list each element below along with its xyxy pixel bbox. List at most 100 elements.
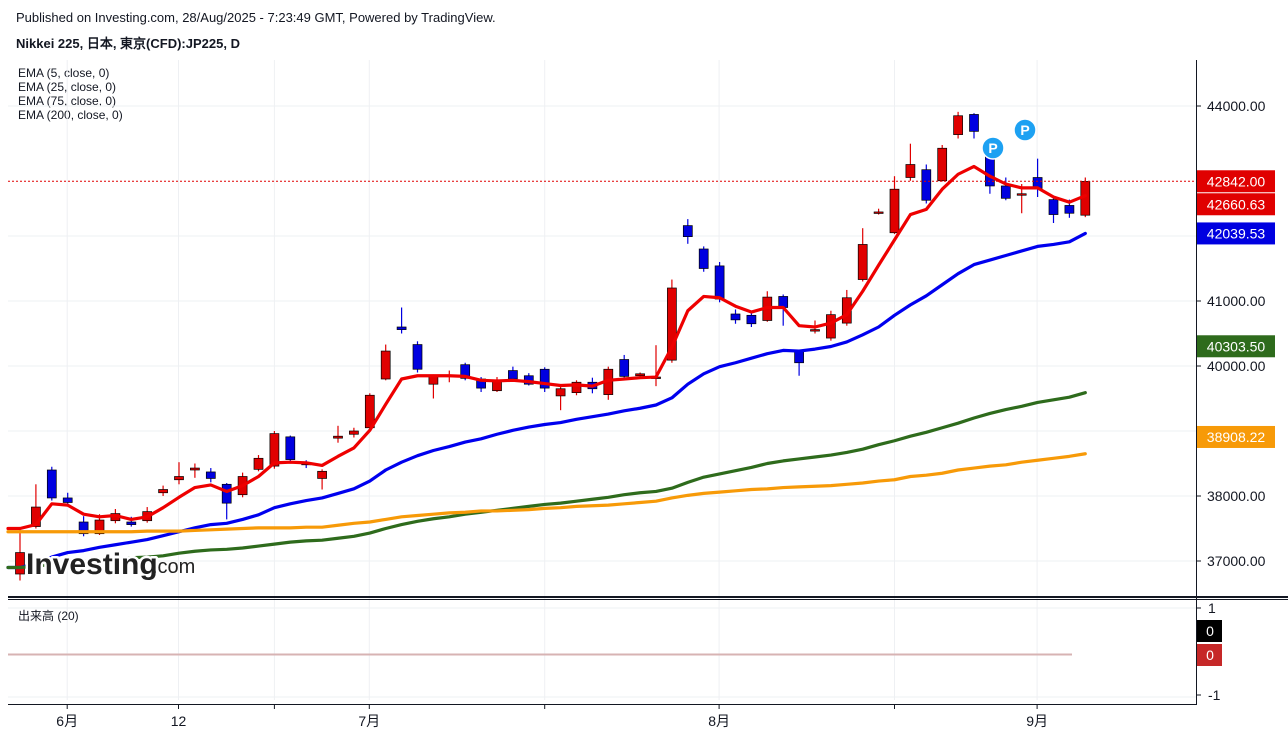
candle (730, 309, 741, 324)
candle-body (1048, 199, 1059, 215)
p-marker-icon[interactable]: P (1013, 118, 1037, 142)
price-tag: 42842.00 (1197, 170, 1275, 193)
candle-body (285, 436, 296, 460)
candle (937, 145, 948, 182)
price-tick-label: 38000.00 (1207, 488, 1266, 504)
candle-body (921, 169, 932, 201)
candle-body (714, 265, 725, 300)
candle-body (937, 147, 948, 182)
candle (873, 208, 884, 215)
candle (682, 219, 693, 244)
candle-body (905, 164, 916, 178)
volume-tag-label: 0 (1206, 647, 1214, 663)
candle-body (969, 114, 979, 132)
p-markers: PP (981, 118, 1037, 160)
candle-body (778, 296, 789, 308)
p-marker-icon[interactable]: P (981, 136, 1005, 160)
candle (523, 373, 534, 386)
time-tick-label: 9月 (1026, 713, 1048, 729)
candle (921, 164, 932, 204)
volume-title: 出来高 (20) (18, 609, 79, 623)
candle (889, 176, 900, 235)
candle (380, 344, 391, 381)
candles (15, 111, 1091, 581)
candle-body (349, 430, 359, 435)
investing-logo: Investing Investing .com (24, 546, 196, 584)
candle (698, 246, 709, 272)
candle (619, 354, 630, 378)
price-tag: 42660.63 (1197, 193, 1275, 216)
candle-body (15, 552, 25, 575)
candle (969, 113, 979, 139)
candle-body (190, 467, 200, 471)
candle-body (205, 471, 216, 479)
candle-body (1000, 185, 1011, 199)
ema-line-1 (6, 231, 1087, 570)
candle (412, 341, 423, 373)
volume-tick-label: -1 (1208, 687, 1221, 703)
candle (174, 462, 184, 485)
candle-body (746, 314, 757, 325)
candle-body (62, 497, 73, 503)
candle-body (889, 188, 900, 234)
candle-body (619, 359, 630, 377)
price-chart[interactable]: PP Investing Investing .com 37000.003800… (0, 0, 1288, 737)
volume-tag: 0 (1197, 620, 1222, 642)
price-tag-label: 42660.63 (1207, 196, 1266, 212)
candle-body (857, 244, 868, 280)
time-tick-label: 6月 (56, 713, 78, 729)
candle-body (46, 469, 57, 499)
candle (953, 111, 963, 139)
candle-body (1016, 193, 1027, 196)
candle-body (221, 483, 232, 504)
ema-line-2 (6, 391, 1087, 570)
svg-text:P: P (988, 140, 997, 156)
candle (317, 469, 327, 490)
volume-tick-label: 1 (1208, 600, 1216, 616)
candle (746, 312, 757, 327)
price-tag: 40303.50 (1197, 335, 1275, 358)
candle (603, 366, 614, 400)
candle (571, 380, 582, 396)
candle-body (794, 351, 804, 364)
candle (15, 528, 25, 581)
price-tick-label: 41000.00 (1207, 293, 1266, 309)
candle-body (682, 225, 693, 238)
candle-body (635, 373, 645, 377)
price-tag-label: 42039.53 (1207, 225, 1266, 241)
price-tag-label: 40303.50 (1207, 338, 1266, 354)
price-tag: 38908.22 (1197, 425, 1275, 448)
candle-body (317, 470, 327, 479)
candle-body (253, 457, 264, 470)
logo-suffix-text: .com (152, 556, 195, 578)
candle-body (873, 211, 884, 214)
price-tags: 42842.00 42660.63 42039.53 40303.50 38908.22 (1197, 170, 1275, 448)
candle-body (174, 476, 184, 481)
price-tick-label: 37000.00 (1207, 553, 1266, 569)
price-tick-label: 40000.00 (1207, 358, 1266, 374)
candle-body (1064, 205, 1075, 214)
candle-body (826, 314, 836, 339)
svg-text:P: P (1020, 122, 1029, 138)
logo-main-text: Investing (26, 548, 158, 581)
candle-body (730, 313, 741, 321)
candle-body (396, 326, 407, 330)
chart-grid (8, 60, 1196, 700)
candle-body (555, 388, 566, 397)
price-axis-labels: 37000.0038000.0039000.0040000.0041000.00… (1196, 98, 1266, 569)
volume-pane: 1 -1 0 0 (8, 600, 1222, 703)
candle (905, 143, 916, 181)
candle (555, 385, 566, 411)
time-tick-label: 7月 (358, 713, 380, 729)
candle-body (412, 344, 423, 370)
candle (1048, 195, 1059, 223)
price-tag-label: 38908.22 (1207, 429, 1266, 445)
ema-lines (6, 164, 1087, 570)
candle (794, 350, 804, 376)
candle (539, 367, 550, 392)
candle-body (810, 329, 820, 332)
candle-body (126, 521, 137, 525)
price-tag: 42039.53 (1197, 222, 1275, 245)
candle (396, 307, 407, 334)
candle-body (698, 248, 709, 269)
